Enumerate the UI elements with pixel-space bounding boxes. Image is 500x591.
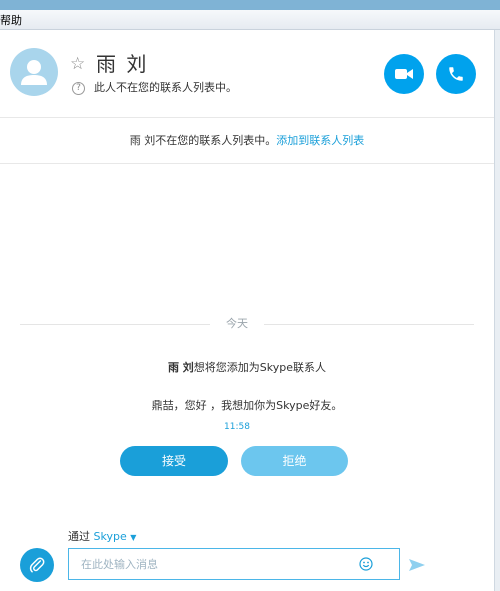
- avatar[interactable]: [10, 48, 58, 96]
- accept-button[interactable]: 接受: [120, 446, 228, 476]
- decline-button[interactable]: 拒绝: [241, 446, 348, 476]
- chevron-down-icon[interactable]: ▼: [130, 533, 136, 542]
- contact-name: 雨 刘: [96, 52, 149, 76]
- attach-button[interactable]: [20, 548, 54, 582]
- video-camera-icon: [395, 69, 413, 79]
- notice-text: 雨 刘不在您的联系人列表中。: [129, 134, 277, 147]
- person-icon: [21, 60, 47, 85]
- date-divider-line-left: [20, 324, 210, 325]
- window-top-band: [0, 0, 500, 10]
- via-selector[interactable]: 通过 Skype ▼: [68, 530, 136, 545]
- date-divider: 今天: [0, 316, 494, 332]
- via-label: 通过: [68, 530, 90, 543]
- message-timestamp: 11:58: [224, 422, 250, 432]
- smiley-icon[interactable]: [359, 557, 373, 571]
- date-divider-label: 今天: [226, 317, 248, 330]
- send-icon[interactable]: [408, 558, 426, 572]
- video-call-button[interactable]: [384, 54, 424, 94]
- request-greeting: 鼎喆，您好 ，我想加你为Skype好友。: [151, 399, 343, 412]
- paperclip-icon: [29, 557, 45, 573]
- info-icon: ?: [72, 82, 85, 95]
- via-service[interactable]: Skype: [94, 530, 127, 543]
- audio-call-button[interactable]: [436, 54, 476, 94]
- date-divider-line-right: [264, 324, 474, 325]
- menu-help[interactable]: 帮助: [0, 12, 22, 28]
- phone-icon: [449, 67, 463, 81]
- star-outline-icon[interactable]: ☆: [70, 54, 85, 74]
- contact-request-message: 雨 刘想将您添加为Skype联系人: [0, 360, 494, 376]
- contact-status: 此人不在您的联系人列表中。: [94, 81, 237, 94]
- add-to-contacts-link[interactable]: 添加到联系人列表: [276, 134, 364, 147]
- contact-header: ☆ 雨 刘 ? 此人不在您的联系人列表中。: [0, 30, 494, 118]
- not-in-contacts-notice: 雨 刘不在您的联系人列表中。添加到联系人列表: [0, 118, 494, 164]
- request-text: 想将您添加为Skype联系人: [193, 361, 327, 374]
- window-right-edge: [494, 30, 500, 591]
- menu-bar: 帮助: [0, 10, 500, 30]
- message-input[interactable]: [68, 548, 400, 580]
- request-sender: 雨 刘: [167, 361, 194, 374]
